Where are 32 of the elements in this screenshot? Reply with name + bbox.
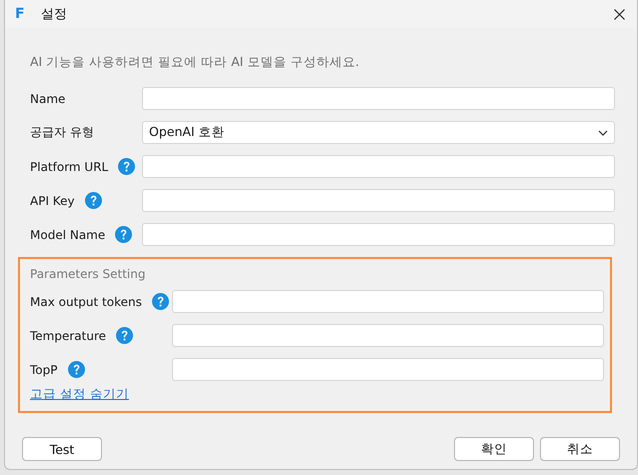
field-label: TopP [30, 362, 58, 376]
help-icon[interactable] [84, 192, 102, 209]
text-field[interactable] [142, 223, 615, 246]
field-label: Model Name [30, 228, 106, 242]
field-label: 공급자 유형 [30, 124, 94, 141]
text-field[interactable] [172, 358, 604, 381]
text-field[interactable] [172, 290, 604, 313]
cancel-button[interactable]: 취소 [540, 437, 620, 461]
test-button[interactable]: Test [22, 437, 102, 461]
ok-button[interactable]: 확인 [454, 437, 534, 461]
help-icon[interactable] [152, 293, 169, 310]
help-icon[interactable] [116, 327, 134, 344]
window-title: 설정 [41, 6, 67, 23]
text-field[interactable] [172, 324, 604, 347]
app-logo: F [15, 6, 26, 22]
provider-dropdown[interactable]: OpenAI 호환 [142, 121, 615, 144]
field-label: Temperature [30, 328, 106, 342]
description-text: AI 기능을 사용하려면 필요에 따라 AI 모델을 구성하세요. [30, 54, 360, 71]
text-field[interactable] [142, 87, 615, 110]
field-label: Platform URL [30, 160, 108, 174]
help-icon[interactable] [118, 158, 136, 175]
chevron-down-icon [598, 130, 608, 136]
text-field[interactable] [142, 189, 615, 212]
hide-advanced-link[interactable]: 고급 설정 숨기기 [30, 386, 129, 403]
text-field[interactable] [142, 155, 615, 178]
help-icon[interactable] [115, 226, 132, 243]
field-label: API Key [30, 194, 75, 208]
help-icon[interactable] [68, 361, 84, 378]
section-heading: Parameters Setting [30, 267, 146, 281]
field-label: Max output tokens [30, 294, 142, 308]
close-icon[interactable] [614, 8, 625, 20]
field-label: Name [30, 92, 66, 106]
